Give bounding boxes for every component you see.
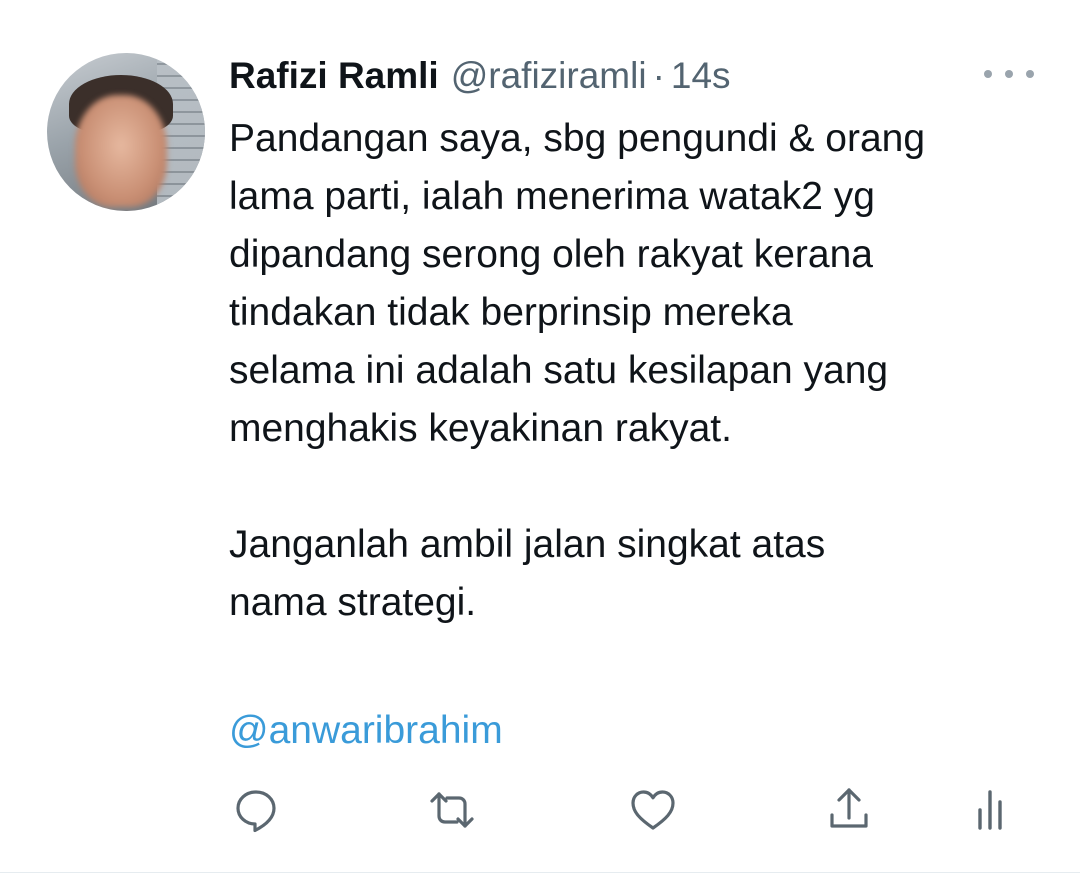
body-line: Pandangan saya, sbg pengundi & orang	[229, 117, 926, 160]
body-line: selama ini adalah satu kesilapan yang	[229, 349, 889, 392]
analytics-icon[interactable]	[962, 782, 1018, 838]
body-line: menghakis keyakinan rakyat.	[229, 407, 732, 450]
body-line: tindakan tidak berprinsip mereka	[229, 291, 793, 334]
tweet-body: Pandangan saya, sbg pengundi & orang lam…	[229, 110, 1049, 632]
tweet-card[interactable]: Rafizi Ramli @rafiziramli · 14s Pandanga…	[0, 0, 1080, 877]
body-line: lama parti, ialah menerima watak2 yg	[229, 175, 875, 218]
tweet-header: Rafizi Ramli @rafiziramli · 14s	[229, 52, 731, 100]
author-handle[interactable]: @rafiziramli	[451, 52, 647, 100]
mention-link[interactable]: @anwaribrahim	[229, 702, 503, 760]
retweet-icon[interactable]	[424, 782, 480, 838]
body-line: nama strategi.	[229, 581, 477, 624]
avatar-face	[75, 95, 167, 207]
bottom-divider	[0, 872, 1080, 873]
more-dot	[1026, 70, 1034, 78]
reply-icon[interactable]	[228, 782, 284, 838]
more-dot	[984, 70, 992, 78]
more-horizontal-icon[interactable]	[984, 62, 1034, 86]
timestamp[interactable]: 14s	[671, 52, 731, 100]
like-icon[interactable]	[625, 782, 681, 838]
action-bar	[228, 782, 1018, 838]
body-line: dipandang serong oleh rakyat kerana	[229, 233, 873, 276]
avatar[interactable]	[47, 53, 205, 211]
author-name[interactable]: Rafizi Ramli	[229, 52, 439, 100]
body-line: Janganlah ambil jalan singkat atas	[229, 523, 826, 566]
share-icon[interactable]	[821, 782, 877, 838]
more-dot	[1005, 70, 1013, 78]
separator-dot: ·	[652, 55, 665, 96]
